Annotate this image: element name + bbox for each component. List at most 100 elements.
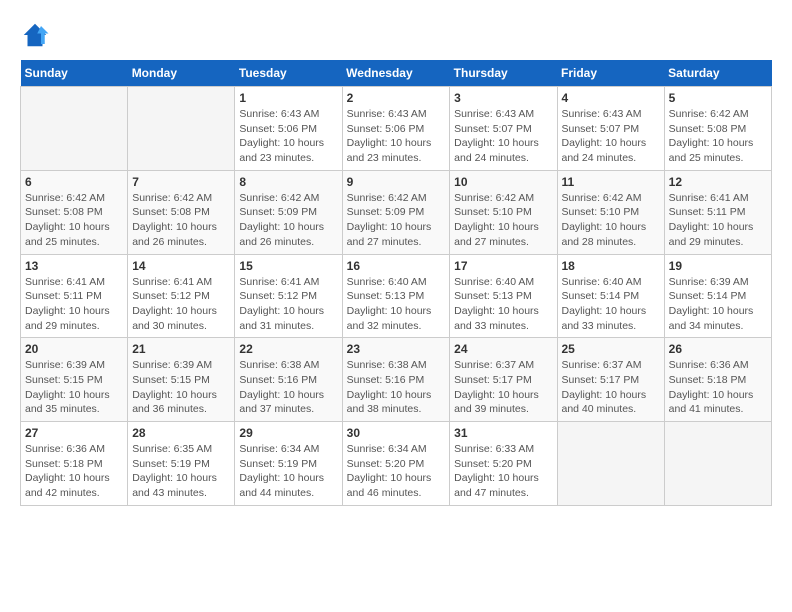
day-info: Sunrise: 6:43 AM Sunset: 5:07 PM Dayligh… <box>562 107 660 166</box>
day-number: 20 <box>25 342 123 356</box>
calendar-cell: 29 Sunrise: 6:34 AM Sunset: 5:19 PM Dayli… <box>235 422 342 506</box>
calendar-cell: 20Sunrise: 6:39 AM Sunset: 5:15 PM Dayli… <box>21 338 128 422</box>
calendar-cell <box>664 422 771 506</box>
calendar-week-row: 27 Sunrise: 6:36 AM Sunset: 5:18 PM Dayli… <box>21 422 772 506</box>
calendar-cell: 28 Sunrise: 6:35 AM Sunset: 5:19 PM Dayli… <box>128 422 235 506</box>
day-info: Sunrise: 6:38 AM Sunset: 5:16 PM Dayligh… <box>347 358 446 417</box>
calendar-cell: 7 Sunrise: 6:42 AM Sunset: 5:08 PM Daylig… <box>128 170 235 254</box>
logo <box>20 20 54 50</box>
day-number: 2 <box>347 91 446 105</box>
day-info: Sunrise: 6:41 AM Sunset: 5:11 PM Dayligh… <box>25 275 123 334</box>
day-number: 5 <box>669 91 767 105</box>
calendar-week-row: 20 Sunrise: 6:39 AM Sunset: 5:15 PM Dayli… <box>21 338 772 422</box>
day-number: 1 <box>239 91 337 105</box>
day-number: 17 <box>454 259 552 273</box>
calendar-cell: 10Sunrise: 6:42 AM Sunset: 5:10 PM Dayli… <box>450 170 557 254</box>
calendar-cell: 30Sunrise: 6:34 AM Sunset: 5:20 PM Dayli… <box>342 422 450 506</box>
day-info: Sunrise: 6:42 AM Sunset: 5:08 PM Dayligh… <box>25 191 123 250</box>
day-info: Sunrise: 6:43 AM Sunset: 5:06 PM Dayligh… <box>239 107 337 166</box>
day-info: Sunrise: 6:41 AM Sunset: 5:12 PM Dayligh… <box>132 275 230 334</box>
calendar-header-thursday: Thursday <box>450 60 557 87</box>
calendar-cell: 3Sunrise: 6:43 AM Sunset: 5:07 PM Daylig… <box>450 87 557 171</box>
day-info: Sunrise: 6:42 AM Sunset: 5:09 PM Dayligh… <box>347 191 446 250</box>
calendar-week-row: 6Sunrise: 6:42 AM Sunset: 5:08 PM Daylig… <box>21 170 772 254</box>
day-info: Sunrise: 6:43 AM Sunset: 5:06 PM Dayligh… <box>347 107 446 166</box>
day-number: 10 <box>454 175 552 189</box>
calendar-cell: 8 Sunrise: 6:42 AM Sunset: 5:09 PM Daylig… <box>235 170 342 254</box>
day-info: Sunrise: 6:42 AM Sunset: 5:09 PM Dayligh… <box>239 191 337 250</box>
day-number: 12 <box>669 175 767 189</box>
day-info: Sunrise: 6:41 AM Sunset: 5:11 PM Dayligh… <box>669 191 767 250</box>
calendar-cell: 12 Sunrise: 6:41 AM Sunset: 5:11 PM Dayli… <box>664 170 771 254</box>
day-info: Sunrise: 6:39 AM Sunset: 5:14 PM Dayligh… <box>669 275 767 334</box>
calendar-cell: 22 Sunrise: 6:38 AM Sunset: 5:16 PM Dayli… <box>235 338 342 422</box>
calendar-header-wednesday: Wednesday <box>342 60 450 87</box>
day-number: 31 <box>454 426 552 440</box>
calendar-cell: 6Sunrise: 6:42 AM Sunset: 5:08 PM Daylig… <box>21 170 128 254</box>
calendar-table: SundayMondayTuesdayWednesdayThursdayFrid… <box>20 60 772 506</box>
day-number: 27 <box>25 426 123 440</box>
day-number: 8 <box>239 175 337 189</box>
day-info: Sunrise: 6:36 AM Sunset: 5:18 PM Dayligh… <box>25 442 123 501</box>
calendar-week-row: 13 Sunrise: 6:41 AM Sunset: 5:11 PM Dayli… <box>21 254 772 338</box>
day-info: Sunrise: 6:40 AM Sunset: 5:14 PM Dayligh… <box>562 275 660 334</box>
day-number: 26 <box>669 342 767 356</box>
day-info: Sunrise: 6:37 AM Sunset: 5:17 PM Dayligh… <box>562 358 660 417</box>
day-number: 3 <box>454 91 552 105</box>
day-info: Sunrise: 6:42 AM Sunset: 5:10 PM Dayligh… <box>562 191 660 250</box>
day-number: 16 <box>347 259 446 273</box>
calendar-cell: 23Sunrise: 6:38 AM Sunset: 5:16 PM Dayli… <box>342 338 450 422</box>
calendar-cell: 18 Sunrise: 6:40 AM Sunset: 5:14 PM Dayli… <box>557 254 664 338</box>
calendar-cell: 24 Sunrise: 6:37 AM Sunset: 5:17 PM Dayli… <box>450 338 557 422</box>
day-number: 9 <box>347 175 446 189</box>
day-info: Sunrise: 6:35 AM Sunset: 5:19 PM Dayligh… <box>132 442 230 501</box>
calendar-cell: 15Sunrise: 6:41 AM Sunset: 5:12 PM Dayli… <box>235 254 342 338</box>
calendar-header-row: SundayMondayTuesdayWednesdayThursdayFrid… <box>21 60 772 87</box>
day-number: 21 <box>132 342 230 356</box>
day-number: 13 <box>25 259 123 273</box>
day-number: 29 <box>239 426 337 440</box>
day-info: Sunrise: 6:34 AM Sunset: 5:20 PM Dayligh… <box>347 442 446 501</box>
page-header <box>20 20 772 50</box>
logo-icon <box>20 20 50 50</box>
calendar-cell <box>557 422 664 506</box>
day-info: Sunrise: 6:37 AM Sunset: 5:17 PM Dayligh… <box>454 358 552 417</box>
calendar-cell: 16 Sunrise: 6:40 AM Sunset: 5:13 PM Dayli… <box>342 254 450 338</box>
day-info: Sunrise: 6:40 AM Sunset: 5:13 PM Dayligh… <box>347 275 446 334</box>
day-number: 11 <box>562 175 660 189</box>
day-info: Sunrise: 6:41 AM Sunset: 5:12 PM Dayligh… <box>239 275 337 334</box>
calendar-cell: 1 Sunrise: 6:43 AM Sunset: 5:06 PM Daylig… <box>235 87 342 171</box>
day-number: 14 <box>132 259 230 273</box>
calendar-cell: 13 Sunrise: 6:41 AM Sunset: 5:11 PM Dayli… <box>21 254 128 338</box>
calendar-header-monday: Monday <box>128 60 235 87</box>
calendar-header-sunday: Sunday <box>21 60 128 87</box>
day-number: 4 <box>562 91 660 105</box>
day-number: 22 <box>239 342 337 356</box>
day-info: Sunrise: 6:42 AM Sunset: 5:08 PM Dayligh… <box>669 107 767 166</box>
calendar-header-friday: Friday <box>557 60 664 87</box>
day-info: Sunrise: 6:33 AM Sunset: 5:20 PM Dayligh… <box>454 442 552 501</box>
day-number: 28 <box>132 426 230 440</box>
calendar-cell: 2 Sunrise: 6:43 AM Sunset: 5:06 PM Daylig… <box>342 87 450 171</box>
day-info: Sunrise: 6:34 AM Sunset: 5:19 PM Dayligh… <box>239 442 337 501</box>
calendar-cell <box>21 87 128 171</box>
day-number: 19 <box>669 259 767 273</box>
day-number: 18 <box>562 259 660 273</box>
day-info: Sunrise: 6:42 AM Sunset: 5:08 PM Dayligh… <box>132 191 230 250</box>
day-number: 25 <box>562 342 660 356</box>
calendar-cell: 9 Sunrise: 6:42 AM Sunset: 5:09 PM Daylig… <box>342 170 450 254</box>
calendar-cell: 17Sunrise: 6:40 AM Sunset: 5:13 PM Dayli… <box>450 254 557 338</box>
calendar-cell <box>128 87 235 171</box>
day-info: Sunrise: 6:36 AM Sunset: 5:18 PM Dayligh… <box>669 358 767 417</box>
calendar-header-tuesday: Tuesday <box>235 60 342 87</box>
day-number: 24 <box>454 342 552 356</box>
calendar-cell: 19 Sunrise: 6:39 AM Sunset: 5:14 PM Dayli… <box>664 254 771 338</box>
calendar-cell: 26 Sunrise: 6:36 AM Sunset: 5:18 PM Dayli… <box>664 338 771 422</box>
calendar-cell: 21 Sunrise: 6:39 AM Sunset: 5:15 PM Dayli… <box>128 338 235 422</box>
calendar-cell: 14 Sunrise: 6:41 AM Sunset: 5:12 PM Dayli… <box>128 254 235 338</box>
calendar-week-row: 1 Sunrise: 6:43 AM Sunset: 5:06 PM Daylig… <box>21 87 772 171</box>
calendar-cell: 25 Sunrise: 6:37 AM Sunset: 5:17 PM Dayli… <box>557 338 664 422</box>
day-number: 7 <box>132 175 230 189</box>
day-info: Sunrise: 6:38 AM Sunset: 5:16 PM Dayligh… <box>239 358 337 417</box>
day-info: Sunrise: 6:39 AM Sunset: 5:15 PM Dayligh… <box>132 358 230 417</box>
